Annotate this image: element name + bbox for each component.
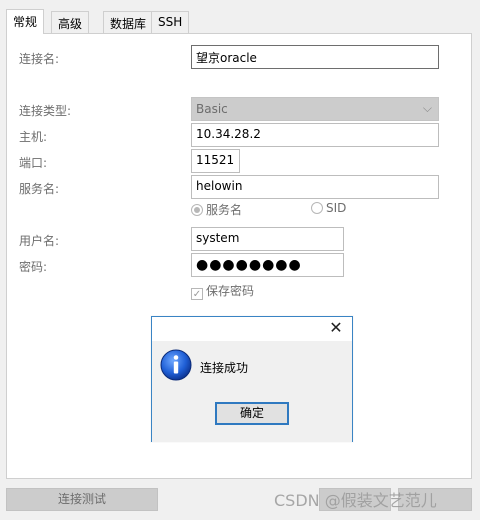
connection-name-input[interactable]: 望京oracle (191, 45, 439, 69)
port-label: 端口: (19, 156, 48, 170)
radio-sid-option[interactable]: SID (311, 201, 346, 215)
username-label: 用户名: (19, 234, 60, 248)
host-input[interactable]: 10.34.28.2 (191, 123, 439, 147)
tab-database[interactable]: 数据库 (103, 11, 154, 33)
radio-unselected-icon (311, 202, 323, 214)
info-icon (160, 349, 192, 381)
connection-type-value: Basic (196, 102, 228, 116)
save-password-checkbox[interactable]: ✓ 保存密码 (191, 282, 254, 300)
tab-general[interactable]: 常规 (6, 9, 45, 34)
checkmark-icon: ✓ (191, 288, 203, 300)
ok-button[interactable]: 确定 (215, 402, 289, 425)
dialog-message: 连接成功 (200, 361, 249, 375)
radio-service-name-label: 服务名 (206, 203, 243, 217)
dialog-titlebar: ✕ (152, 317, 352, 341)
radio-sid-label: SID (326, 201, 347, 215)
service-name-label: 服务名: (19, 182, 60, 196)
save-password-label: 保存密码 (206, 284, 255, 298)
radio-service-name-option[interactable]: 服务名 (191, 201, 242, 218)
tab-advanced[interactable]: 高级 (51, 11, 90, 33)
watermark-text: CSDN @假装文艺范儿 (274, 491, 437, 510)
service-name-input[interactable]: helowin (191, 175, 439, 199)
connection-type-select[interactable]: Basic ⌵ (191, 97, 439, 121)
username-input[interactable]: system (191, 227, 344, 251)
password-input[interactable]: ●●●●●●●● (191, 253, 344, 277)
radio-selected-icon (191, 204, 203, 216)
connection-type-label: 连接类型: (19, 104, 72, 118)
password-label: 密码: (19, 260, 48, 274)
chevron-down-icon: ⌵ (422, 101, 432, 115)
tab-ssh[interactable]: SSH (151, 11, 190, 33)
connection-name-label: 连接名: (19, 52, 60, 66)
host-label: 主机: (19, 130, 48, 144)
test-connection-button[interactable]: 连接测试 (6, 488, 158, 511)
port-input[interactable]: 11521 (191, 149, 240, 173)
dialog-body: 连接成功 确定 (152, 341, 352, 442)
close-icon[interactable]: ✕ (328, 319, 344, 337)
connection-success-dialog: ✕ 连接成功 确定 (151, 316, 353, 442)
